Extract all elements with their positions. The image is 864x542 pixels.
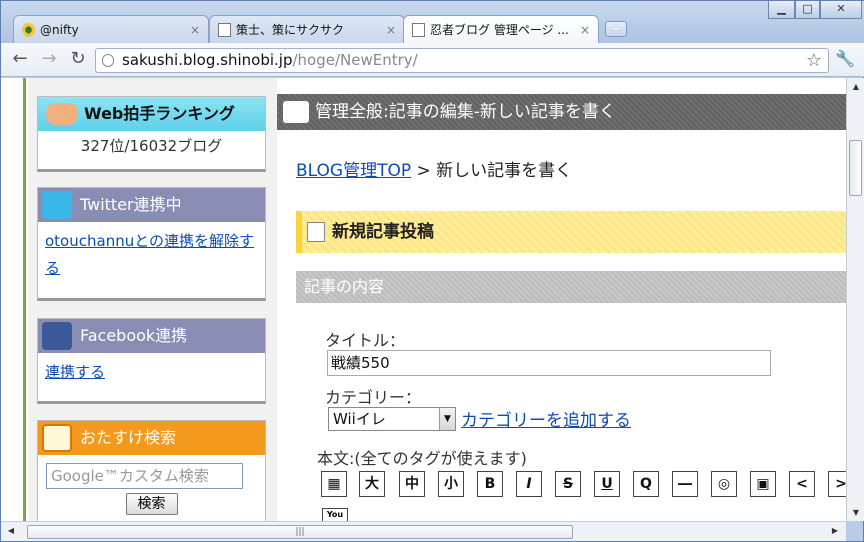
url-path: /hoge/NewEntry/ <box>292 51 418 69</box>
star-icon[interactable]: ☆ <box>806 49 822 72</box>
new-tab-button[interactable]: + <box>605 21 627 37</box>
color-tag-button[interactable]: ▦ <box>321 471 347 497</box>
scroll-left-icon[interactable]: ◀ <box>5 526 17 535</box>
category-value: Wiiイレ <box>333 410 386 428</box>
facebook-link[interactable]: 連携する <box>45 363 105 381</box>
large-tag-button[interactable]: 大 <box>359 471 385 497</box>
underline-tag-button[interactable]: U <box>594 471 620 497</box>
facebook-box: Facebook連携 連携する <box>37 318 266 404</box>
category-label: カテゴリー： <box>325 388 422 407</box>
page-viewport: Web拍手ランキング 327位/16032ブログ Twitter連携中 otou… <box>1 78 846 521</box>
gt-tag-button[interactable]: > <box>828 471 846 497</box>
forward-icon[interactable]: → <box>38 49 60 71</box>
browser-window: @nifty × 策士、策にサクサク × 忍者ブログ 管理ページ ... × +… <box>0 0 864 542</box>
link-tag-button[interactable]: ◎ <box>711 471 737 497</box>
twitter-box: Twitter連携中 otouchannuとの連携を解除する <box>37 187 266 301</box>
search-button[interactable]: 検索 <box>125 493 178 515</box>
close-icon[interactable]: × <box>190 16 200 43</box>
page-icon <box>218 23 231 37</box>
document-icon <box>307 222 325 242</box>
tab-nifty[interactable]: @nifty × <box>13 15 209 43</box>
address-bar[interactable]: sakushi.blog.shinobi.jp/hoge/NewEntry/ ☆ <box>95 48 829 73</box>
youtube-tag-button[interactable]: You <box>322 508 348 521</box>
title-label: タイトル： <box>325 331 406 350</box>
chevron-down-icon: ▼ <box>439 408 455 430</box>
bold-tag-button[interactable]: B <box>477 471 503 497</box>
sidebar: Web拍手ランキング 327位/16032ブログ Twitter連携中 otou… <box>29 78 277 521</box>
maximize-button[interactable]: □ <box>795 1 820 19</box>
horizontal-scroll-thumb[interactable]: ||| <box>27 525 573 539</box>
search-title: おたすけ検索 <box>38 421 265 455</box>
page-icon <box>102 54 114 67</box>
strike-tag-button[interactable]: S <box>555 471 581 497</box>
title-input[interactable]: 戦績550 <box>327 350 771 376</box>
tab-admin[interactable]: 忍者ブログ 管理ページ ... × <box>403 15 599 43</box>
breadcrumb-top-link[interactable]: BLOG管理TOP <box>296 161 411 181</box>
breadcrumb-current: 新しい記事を書く <box>436 161 573 181</box>
back-icon[interactable]: ← <box>9 49 31 71</box>
close-icon[interactable]: × <box>580 16 590 43</box>
quote-tag-button[interactable]: Q <box>633 471 659 497</box>
ranking-box: Web拍手ランキング 327位/16032ブログ <box>37 96 266 172</box>
facebook-icon <box>42 322 72 350</box>
tab-title: 忍者ブログ 管理ページ ... <box>430 23 569 37</box>
ranking-title: Web拍手ランキング <box>38 97 265 131</box>
close-icon[interactable]: × <box>386 16 396 43</box>
book-icon <box>42 424 72 452</box>
tab-blog[interactable]: 策士、策にサクサク × <box>209 15 405 43</box>
tab-strip: @nifty × 策士、策にサクサク × 忍者ブログ 管理ページ ... × +… <box>1 1 864 43</box>
facebook-title-text: Facebook連携 <box>80 326 188 345</box>
scroll-down-icon[interactable]: ▼ <box>847 508 864 517</box>
ranking-title-text: Web拍手ランキング <box>84 104 235 123</box>
category-select[interactable]: Wiiイレ ▼ <box>328 407 456 431</box>
minimize-button[interactable]: ▁ <box>768 1 795 19</box>
twitter-unlink-link[interactable]: otouchannuとの連携を解除する <box>45 232 254 277</box>
toolbar: ← → ↻ sakushi.blog.shinobi.jp/hoge/NewEn… <box>1 43 864 77</box>
scroll-right-icon[interactable]: ▶ <box>829 526 841 535</box>
section-new-entry-text: 新規記事投稿 <box>332 222 434 242</box>
main-content: 管理全般:記事の編集-新しい記事を書く BLOG管理TOP > 新しい記事を書く… <box>277 78 846 521</box>
twitter-title-text: Twitter連携中 <box>80 195 182 214</box>
image-tag-button[interactable]: ▣ <box>750 471 776 497</box>
tab-title: 策士、策にサクサク <box>236 23 345 37</box>
clap-icon <box>46 103 78 125</box>
reload-icon[interactable]: ↻ <box>67 49 89 71</box>
url-host: sakushi.blog.shinobi.jp <box>122 51 293 69</box>
body-label: 本文:(全てのタグが使えます) <box>317 449 527 468</box>
page-title: 管理全般:記事の編集-新しい記事を書く <box>277 94 846 130</box>
folder-icon <box>283 101 309 123</box>
wrench-icon[interactable]: 🔧 <box>834 48 856 70</box>
lt-tag-button[interactable]: < <box>789 471 815 497</box>
page-title-text: 管理全般:記事の編集-新しい記事を書く <box>315 102 616 122</box>
small-tag-button[interactable]: 小 <box>438 471 464 497</box>
search-input[interactable]: Google™カスタム検索 <box>46 463 243 489</box>
ranking-value: 327位/16032ブログ <box>80 137 223 155</box>
add-category-link[interactable]: カテゴリーを追加する <box>461 406 631 431</box>
scroll-up-icon[interactable]: ▲ <box>847 82 864 91</box>
hr-tag-button[interactable]: ― <box>672 471 698 497</box>
search-title-text: おたすけ検索 <box>80 428 177 447</box>
tab-title: @nifty <box>40 23 79 37</box>
section-content: 記事の内容 <box>296 271 846 303</box>
vertical-scroll-thumb[interactable] <box>849 140 862 196</box>
facebook-title: Facebook連携 <box>38 319 265 353</box>
vertical-scrollbar[interactable]: ▲ ▼ <box>846 78 864 521</box>
breadcrumb-sep: > <box>411 161 437 181</box>
section-new-entry: 新規記事投稿 <box>296 211 846 253</box>
italic-tag-button[interactable]: I <box>516 471 542 497</box>
breadcrumb: BLOG管理TOP > 新しい記事を書く <box>296 156 572 181</box>
window-close-button[interactable]: ✕ <box>820 1 862 19</box>
horizontal-scrollbar[interactable]: ◀ ||| ▶ <box>1 521 846 541</box>
nifty-icon <box>22 23 35 37</box>
search-box: おたすけ検索 Google™カスタム検索 検索 <box>37 420 266 521</box>
page-stripe <box>23 78 26 521</box>
twitter-title: Twitter連携中 <box>38 188 265 222</box>
medium-tag-button[interactable]: 中 <box>399 471 425 497</box>
page-icon <box>412 23 425 37</box>
twitter-icon <box>42 191 72 219</box>
